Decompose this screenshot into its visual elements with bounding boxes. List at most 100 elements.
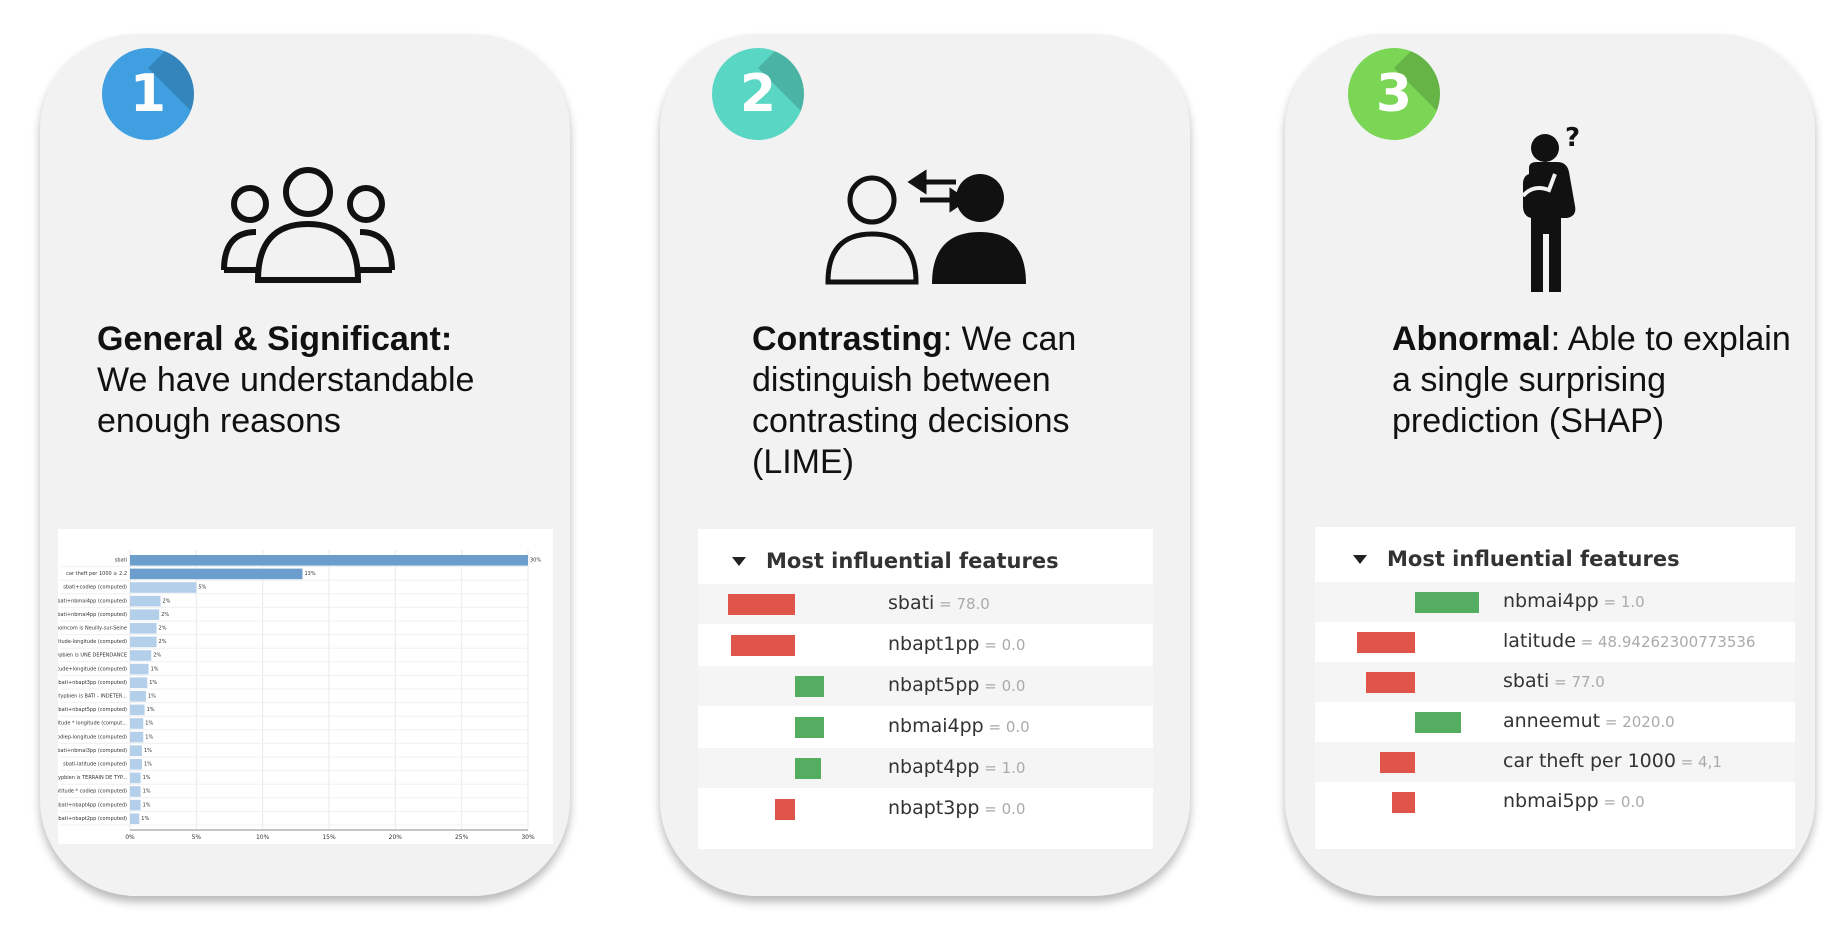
positive-contribution-bar (795, 717, 824, 738)
data-label: 1% (141, 816, 149, 822)
feature-row: sbati = 77.0 (1315, 662, 1795, 702)
feature-value: = 2020.0 (1600, 713, 1675, 731)
collapse-caret-icon[interactable] (732, 557, 746, 566)
category-label: sbati+nbmai4pp (computed) (58, 612, 127, 618)
category-label: nomcom is Neuilly-sur-Seine (58, 626, 127, 632)
negative-contribution-bar (1365, 672, 1415, 693)
negative-contribution-bar (728, 594, 795, 615)
collapse-caret-icon[interactable] (1353, 555, 1367, 564)
feature-name: anneemut = 2020.0 (1503, 710, 1675, 732)
data-label: 13% (304, 571, 315, 577)
feature-value: = 0.0 (983, 718, 1030, 736)
category-label: sbati+nbmai3pp (computed) (58, 748, 127, 754)
x-tick-label: 15% (322, 834, 336, 841)
card-title: Abnormal (1392, 320, 1551, 358)
x-tick-label: 5% (192, 834, 202, 841)
feature-name: latitude = 48.94262300773536 (1503, 630, 1755, 652)
card-description: Contrasting: We can distinguish between … (752, 319, 1172, 483)
negative-contribution-bar (731, 635, 795, 656)
importance-bar (130, 595, 161, 607)
feature-importance-chart: 0% 5% 10% 15% 20% 25% 30% sbati 30% car theft per… (58, 529, 553, 844)
card-title: Contrasting (752, 320, 943, 358)
feature-label: nbmai4pp (1503, 590, 1599, 612)
negative-contribution-bar (1380, 752, 1415, 773)
positive-contribution-bar (795, 676, 824, 697)
card-general-significant: 1 General & Significant: We have underst… (40, 34, 570, 896)
feature-value: = 1.0 (1598, 593, 1645, 611)
contrast-persons-icon (825, 169, 1026, 285)
category-label: sbati+nbmai4pp (computed) (58, 598, 127, 604)
x-tick-label: 20% (389, 834, 403, 841)
importance-bar (130, 745, 142, 756)
importance-bar (130, 786, 141, 797)
shap-panel: Most influential features nbmai4pp = 1.0… (1315, 527, 1795, 849)
feature-name: car theft per 1000 = 4,1 (1503, 750, 1722, 772)
importance-bar (130, 582, 197, 593)
feature-row: car theft per 1000 = 4,1 (1315, 742, 1795, 782)
feature-row: nbmai5pp = 0.0 (1315, 782, 1795, 822)
importance-bar (130, 704, 145, 716)
feature-name: nbmai4pp = 0.0 (888, 715, 1030, 737)
thinking-person-icon: ? (1521, 124, 1580, 292)
card-abnormal: 3 ? Abnormal: Able to explain a single s… (1285, 34, 1815, 896)
importance-bar (130, 799, 141, 811)
category-label: latitude * codiep (computed) (58, 789, 127, 795)
feature-value: = 1.0 (979, 759, 1026, 777)
feature-label: nbmai5pp (1503, 790, 1599, 812)
category-label: libtypbien is TERRAIN DE TYP... (58, 775, 127, 781)
category-label: codiep-longitude (computed) (58, 734, 127, 740)
group-icon (221, 167, 395, 283)
importance-bar (130, 636, 157, 648)
data-label: 2% (163, 598, 171, 604)
bar-chart-svg: 0% 5% 10% 15% 20% 25% 30% sbati 30% car theft per… (58, 550, 541, 841)
number-badge-3: 3 (1348, 48, 1440, 140)
category-label: sbati+codiep (computed) (63, 585, 127, 591)
number-badge-2: 2 (712, 48, 804, 140)
feature-label: nbapt1pp (888, 633, 980, 655)
category-label: sbati+nbapt4pp (computed) (58, 802, 127, 808)
feature-value: = 48.94262300773536 (1575, 633, 1756, 651)
card-contrasting: 2 Contrasting: We can distinguish betwee… (660, 34, 1190, 896)
feature-value: = 78.0 (934, 595, 990, 613)
feature-value: = 0.0 (979, 677, 1026, 695)
category-label: libtypbien is BATI - INDETER... (58, 694, 127, 700)
data-label: 2% (161, 612, 169, 618)
category-label: libtypbien is UNE DEPENDANCE (58, 653, 127, 659)
importance-bar (130, 650, 152, 661)
feature-row: nbmai4pp = 0.0 (698, 707, 1153, 747)
feature-name: nbapt5pp = 0.0 (888, 674, 1025, 696)
data-label: 1% (143, 775, 151, 781)
card-description: Abnormal: Able to explain a single surpr… (1392, 319, 1792, 442)
feature-value: = 0.0 (979, 800, 1026, 818)
feature-name: sbati = 77.0 (1503, 670, 1605, 692)
feature-value: = 0.0 (979, 636, 1026, 654)
feature-row: latitude = 48.94262300773536 (1315, 622, 1795, 662)
feature-label: nbapt3pp (888, 797, 980, 819)
number-badge-1: 1 (102, 48, 194, 140)
feature-label: car theft per 1000 (1503, 750, 1676, 772)
feature-label: sbati (1503, 670, 1550, 692)
feature-label: anneemut (1503, 710, 1601, 732)
feature-row: nbmai4pp = 1.0 (1315, 582, 1795, 622)
category-label: sbati-latitude (computed) (63, 762, 127, 768)
svg-text:?: ? (1565, 124, 1580, 153)
feature-row: nbapt4pp = 1.0 (698, 748, 1153, 788)
negative-contribution-bar (1357, 632, 1415, 653)
importance-bar (130, 568, 303, 580)
data-label: 2% (159, 626, 167, 632)
data-label: 1% (144, 762, 152, 768)
category-label: sbati (115, 558, 127, 564)
feature-name: nbapt4pp = 1.0 (888, 756, 1025, 778)
category-label: sbati+nbapt3pp (computed) (58, 680, 127, 686)
feature-label: nbapt5pp (888, 674, 980, 696)
data-label: 30% (530, 558, 541, 564)
feature-value: = 0.0 (1598, 793, 1645, 811)
x-tick-label: 0% (125, 834, 135, 841)
category-label: latitude-longitude (computed) (58, 639, 127, 645)
feature-value: = 77.0 (1549, 673, 1605, 691)
category-label: car theft per 1000 ≥ 2.2 (66, 571, 127, 577)
panel-title: Most influential features (1387, 547, 1680, 571)
feature-label: nbapt4pp (888, 756, 980, 778)
category-label: latitude+longitude (computed) (58, 666, 127, 672)
feature-label: nbmai4pp (888, 715, 984, 737)
